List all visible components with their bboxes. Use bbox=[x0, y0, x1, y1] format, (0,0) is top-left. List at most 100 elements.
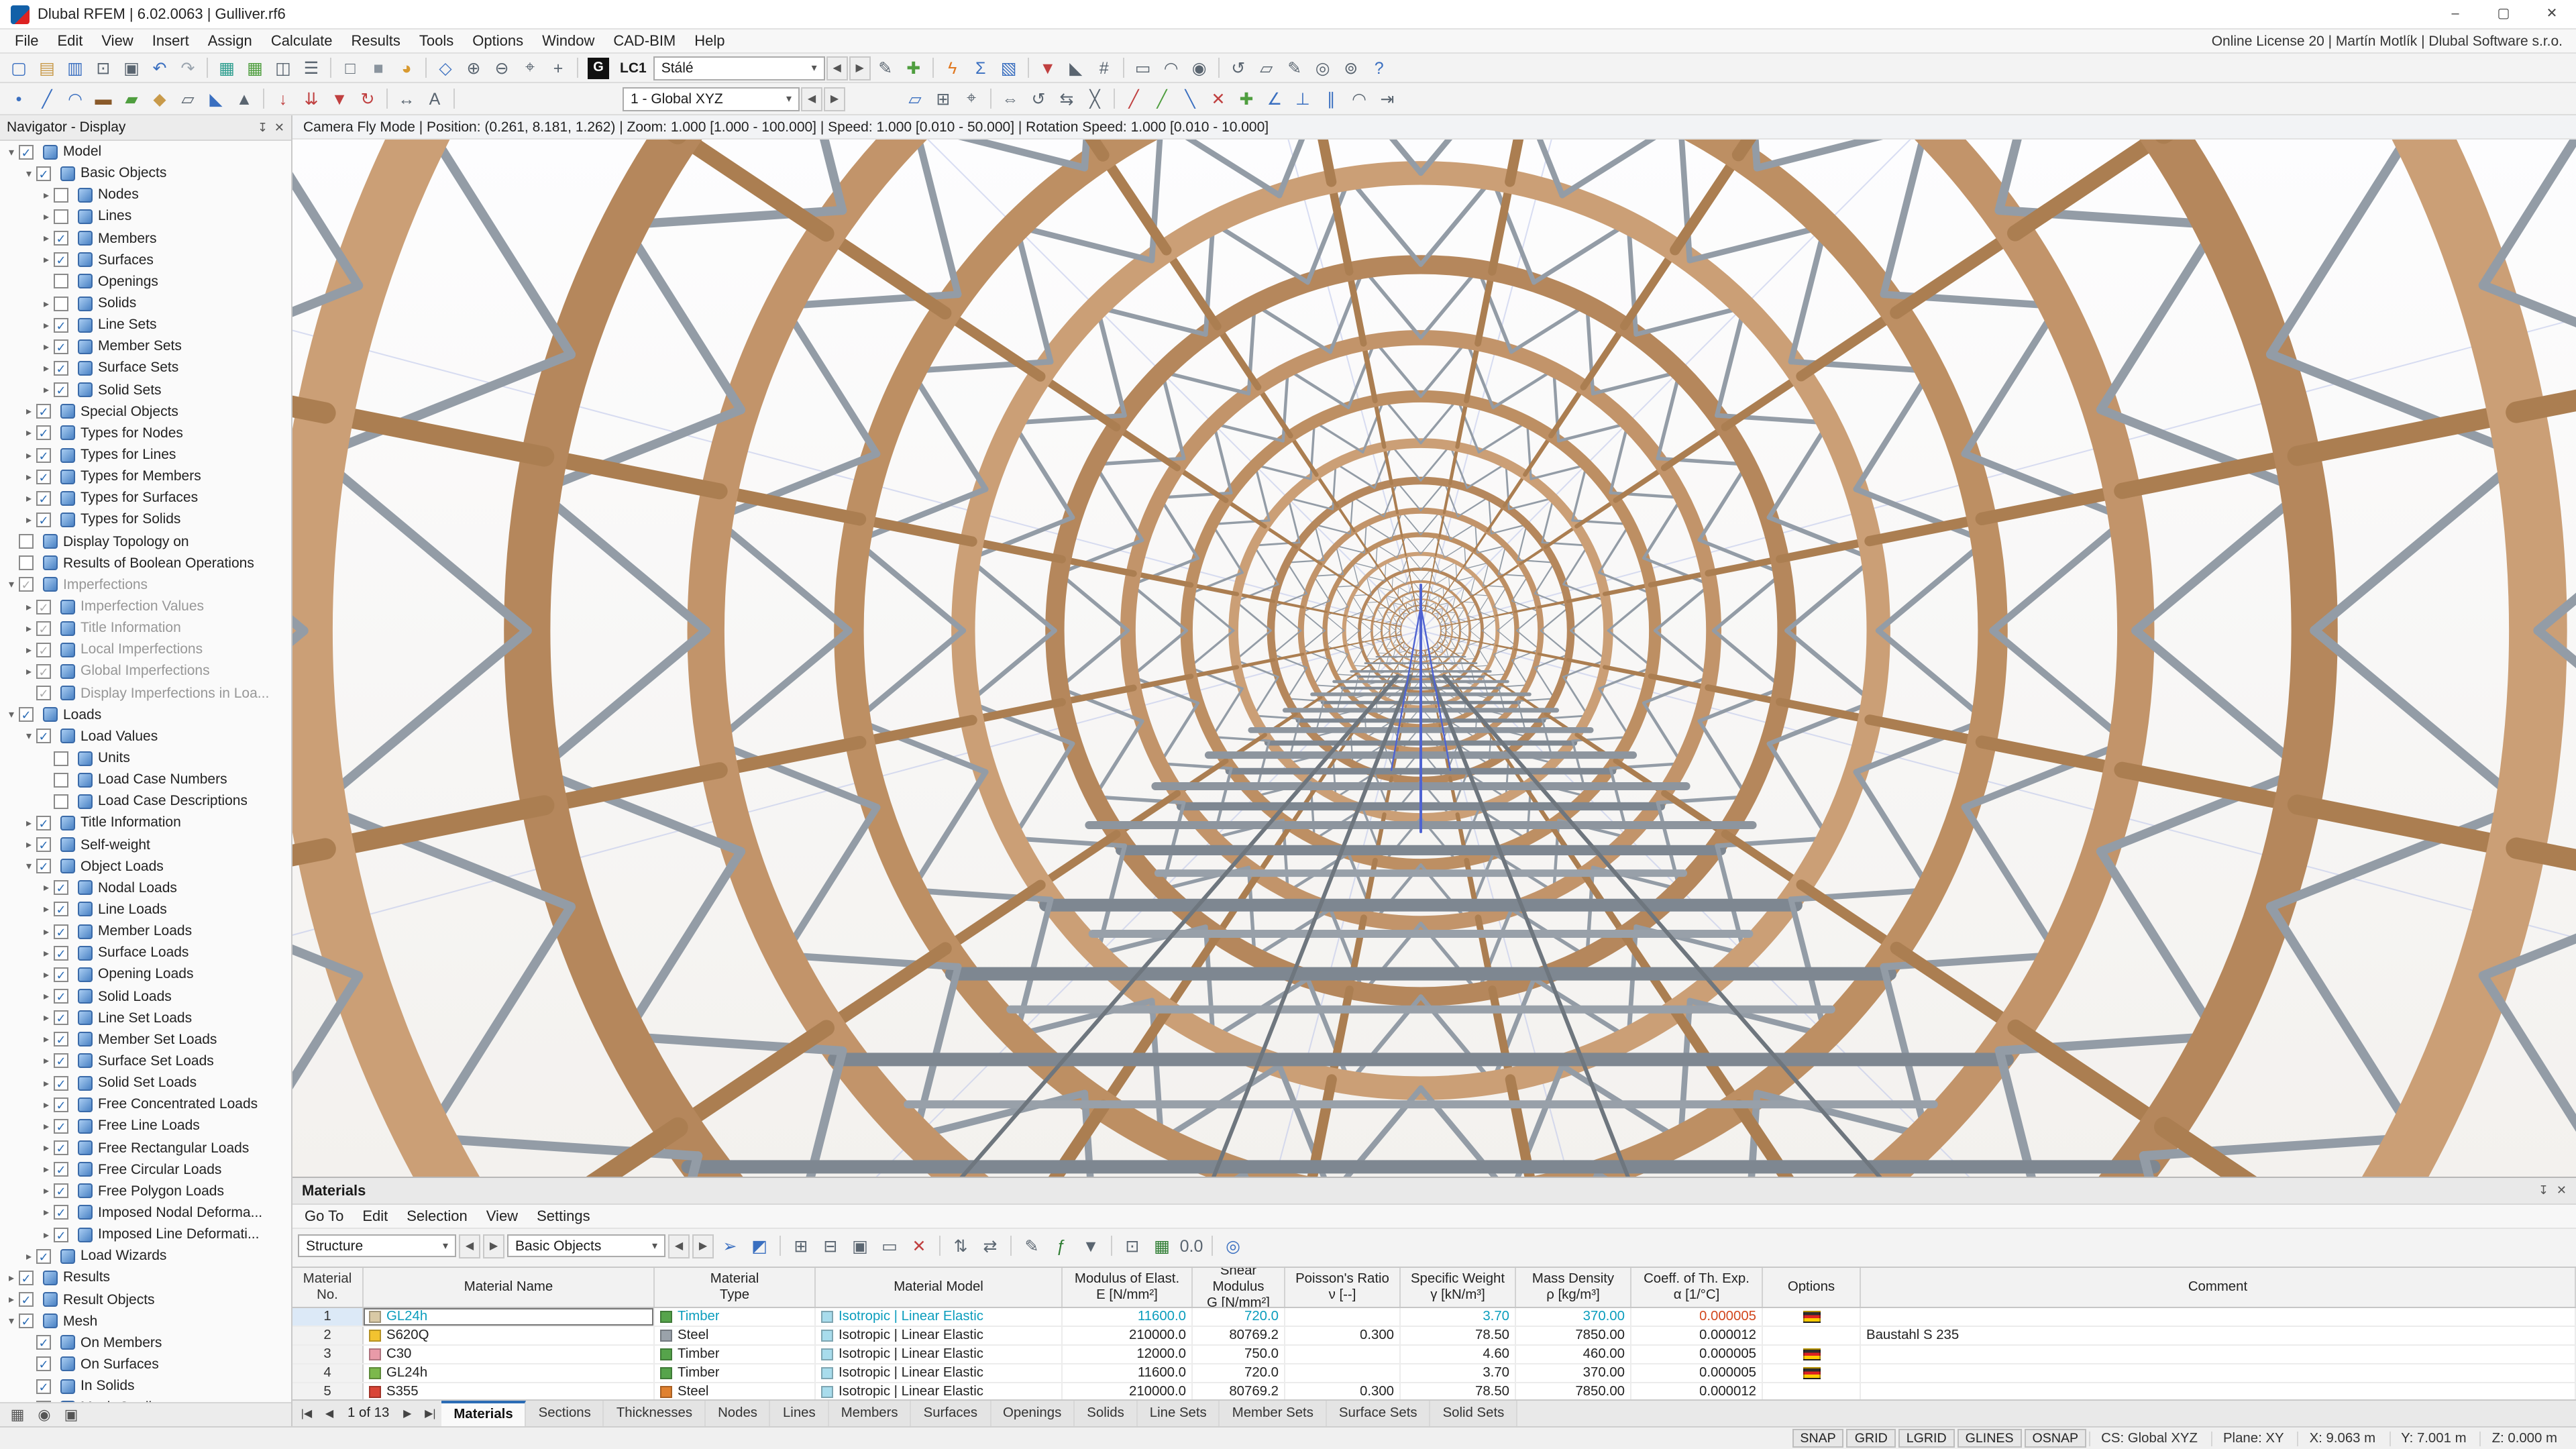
comment-cell[interactable] bbox=[1861, 1346, 2576, 1363]
text-annotation-icon[interactable]: A bbox=[421, 85, 448, 112]
expander-icon[interactable]: ▸ bbox=[39, 882, 54, 894]
row-number-cell[interactable]: 3 bbox=[292, 1346, 364, 1363]
visibility-checkbox[interactable]: ✓ bbox=[19, 1292, 34, 1307]
tree-item-surface-sets[interactable]: ▸ ✓ Surface Sets bbox=[0, 358, 291, 379]
tree-item-nodes[interactable]: ▸ Nodes bbox=[0, 184, 291, 206]
poisson-ratio-cell[interactable] bbox=[1285, 1308, 1401, 1326]
comment-cell[interactable] bbox=[1861, 1364, 2576, 1382]
previous-category-button[interactable]: ◀ bbox=[668, 1234, 690, 1258]
poisson-ratio-cell[interactable] bbox=[1285, 1346, 1401, 1363]
tree-item-special-objects[interactable]: ▸ ✓ Special Objects bbox=[0, 400, 291, 422]
snap-toggle-grid[interactable]: GRID bbox=[1846, 1429, 1896, 1448]
row-number-cell[interactable]: 1 bbox=[292, 1308, 364, 1326]
material-row-1[interactable]: 1 GL24h Timber Isotropic | Linear Elastic 11… bbox=[292, 1308, 2576, 1327]
results-icon[interactable]: ▧ bbox=[996, 54, 1022, 81]
specific-weight-cell[interactable]: 78.50 bbox=[1401, 1383, 1516, 1399]
menu-item-results[interactable]: Results bbox=[342, 33, 410, 49]
expander-icon[interactable]: ▸ bbox=[39, 1099, 54, 1111]
material-name-cell[interactable]: GL24h bbox=[364, 1308, 655, 1326]
tree-item-line-set-loads[interactable]: ▸ ✓ Line Set Loads bbox=[0, 1007, 291, 1028]
tree-item-self-weight[interactable]: ▸ ✓ Self-weight bbox=[0, 834, 291, 855]
next-load-case-button[interactable]: ▶ bbox=[849, 56, 871, 80]
tree-item-solid-sets[interactable]: ▸ ✓ Solid Sets bbox=[0, 379, 291, 400]
visibility-checkbox[interactable]: ✓ bbox=[36, 599, 51, 614]
visibility-checkbox[interactable] bbox=[54, 296, 68, 311]
arc-icon[interactable]: ◠ bbox=[62, 85, 89, 112]
visibility-checkbox[interactable]: ✓ bbox=[54, 1053, 68, 1069]
delete-row-icon[interactable]: ⊟ bbox=[817, 1232, 844, 1259]
visibility-checkbox[interactable]: ✓ bbox=[36, 512, 51, 527]
tree-item-surface-loads[interactable]: ▸ ✓ Surface Loads bbox=[0, 942, 291, 963]
tree-item-nodal-loads[interactable]: ▸ ✓ Nodal Loads bbox=[0, 877, 291, 899]
column-header-material-no[interactable]: Material No. bbox=[292, 1268, 364, 1307]
tree-item-member-set-loads[interactable]: ▸ ✓ Member Set Loads bbox=[0, 1029, 291, 1051]
poisson-ratio-cell[interactable]: 0.300 bbox=[1285, 1383, 1401, 1399]
table-tab-sections[interactable]: Sections bbox=[526, 1401, 604, 1426]
modulus-cell[interactable]: 210000.0 bbox=[1063, 1327, 1193, 1344]
visibility-checkbox[interactable]: ✓ bbox=[36, 642, 51, 657]
thermal-expansion-cell[interactable]: 0.000012 bbox=[1631, 1327, 1763, 1344]
row-number-cell[interactable]: 2 bbox=[292, 1327, 364, 1344]
new-model-icon[interactable]: ▢ bbox=[5, 54, 32, 81]
tree-item-surface-set-loads[interactable]: ▸ ✓ Surface Set Loads bbox=[0, 1051, 291, 1072]
category-filter-select[interactable]: Basic Objects ▾ bbox=[507, 1234, 665, 1257]
column-header-coeff-of-th-exp-1-c[interactable]: Coeff. of Th. Exp. α [1/°C] bbox=[1631, 1268, 1763, 1307]
tree-item-load-case-numbers[interactable]: Load Case Numbers bbox=[0, 769, 291, 790]
visibility-checkbox[interactable]: ✓ bbox=[54, 1140, 68, 1156]
shaded-view-icon[interactable]: ■ bbox=[365, 54, 392, 81]
visibility-checkbox[interactable]: ✓ bbox=[54, 945, 68, 961]
visibility-checkbox[interactable]: ✓ bbox=[54, 1162, 68, 1177]
visibility-checkbox[interactable] bbox=[54, 187, 68, 203]
thermal-expansion-cell[interactable]: 0.000005 bbox=[1631, 1364, 1763, 1382]
material-row-2[interactable]: 2 S620Q Steel Isotropic | Linear Elastic 210… bbox=[292, 1327, 2576, 1346]
shear-modulus-cell[interactable]: 80769.2 bbox=[1193, 1327, 1285, 1344]
tree-item-units[interactable]: Units bbox=[0, 747, 291, 769]
perpendicular-icon[interactable]: ⊥ bbox=[1289, 85, 1316, 112]
spreadsheet-icon[interactable]: ▦ bbox=[241, 54, 268, 81]
node-icon[interactable]: • bbox=[5, 85, 32, 112]
previous-cs-button[interactable]: ◀ bbox=[801, 87, 822, 111]
visibility-checkbox[interactable]: ✓ bbox=[36, 686, 51, 701]
row-number-cell[interactable]: 5 bbox=[292, 1383, 364, 1399]
expander-icon[interactable]: ▸ bbox=[39, 1142, 54, 1154]
area-load-icon[interactable]: ▼ bbox=[326, 85, 353, 112]
camera-icon[interactable]: ◎ bbox=[1309, 54, 1336, 81]
visibility-checkbox[interactable]: ✓ bbox=[36, 1248, 51, 1264]
column-header-material-model[interactable]: Material Model bbox=[816, 1268, 1063, 1307]
tree-item-free-rectangular-loads[interactable]: ▸ ✓ Free Rectangular Loads bbox=[0, 1137, 291, 1159]
visibility-checkbox[interactable]: ✓ bbox=[54, 989, 68, 1004]
visibility-checkbox[interactable]: ✓ bbox=[54, 252, 68, 268]
tree-item-display-topology-on[interactable]: Display Topology on bbox=[0, 531, 291, 552]
visibility-checkbox[interactable]: ✓ bbox=[54, 1183, 68, 1199]
expander-icon[interactable]: ▸ bbox=[21, 622, 36, 634]
shear-modulus-cell[interactable]: 750.0 bbox=[1193, 1346, 1285, 1363]
options-cell[interactable] bbox=[1763, 1327, 1861, 1344]
menu-item-assign[interactable]: Assign bbox=[199, 33, 262, 49]
next-table-tab-button[interactable]: ▶ bbox=[396, 1407, 419, 1419]
visibility-checkbox[interactable]: ✓ bbox=[19, 707, 34, 722]
tree-item-members[interactable]: ▸ ✓ Members bbox=[0, 227, 291, 249]
mirror-icon[interactable]: ⇆ bbox=[1053, 85, 1080, 112]
jump-to-object-icon[interactable]: ⇄ bbox=[977, 1232, 1004, 1259]
column-header-options[interactable]: Options bbox=[1763, 1268, 1861, 1307]
expander-icon[interactable]: ▸ bbox=[21, 427, 36, 439]
expander-icon[interactable]: ▸ bbox=[39, 969, 54, 981]
table-tab-openings[interactable]: Openings bbox=[991, 1401, 1075, 1426]
options-cell[interactable] bbox=[1763, 1346, 1861, 1363]
visibility-checkbox[interactable]: ✓ bbox=[54, 231, 68, 246]
menu-item-insert[interactable]: Insert bbox=[143, 33, 199, 49]
clipping-box-icon[interactable]: ▭ bbox=[1130, 54, 1157, 81]
solid-icon[interactable]: ◆ bbox=[146, 85, 173, 112]
print-icon[interactable]: ⊡ bbox=[90, 54, 117, 81]
row-number-cell[interactable]: 4 bbox=[292, 1364, 364, 1382]
grid-icon[interactable]: ⊞ bbox=[930, 85, 957, 112]
expander-icon[interactable]: ▸ bbox=[39, 254, 54, 266]
options-cell[interactable] bbox=[1763, 1308, 1861, 1326]
zoom-out-icon[interactable]: ⊖ bbox=[488, 54, 515, 81]
expander-icon[interactable]: ▸ bbox=[39, 990, 54, 1002]
formula-icon[interactable]: ƒ bbox=[1048, 1232, 1075, 1259]
visibility-checkbox[interactable] bbox=[54, 772, 68, 788]
snap-toggle-osnap[interactable]: OSNAP bbox=[2024, 1429, 2087, 1448]
line-green-icon[interactable]: ╱ bbox=[1148, 85, 1175, 112]
next-table-button[interactable]: ▶ bbox=[483, 1234, 504, 1258]
